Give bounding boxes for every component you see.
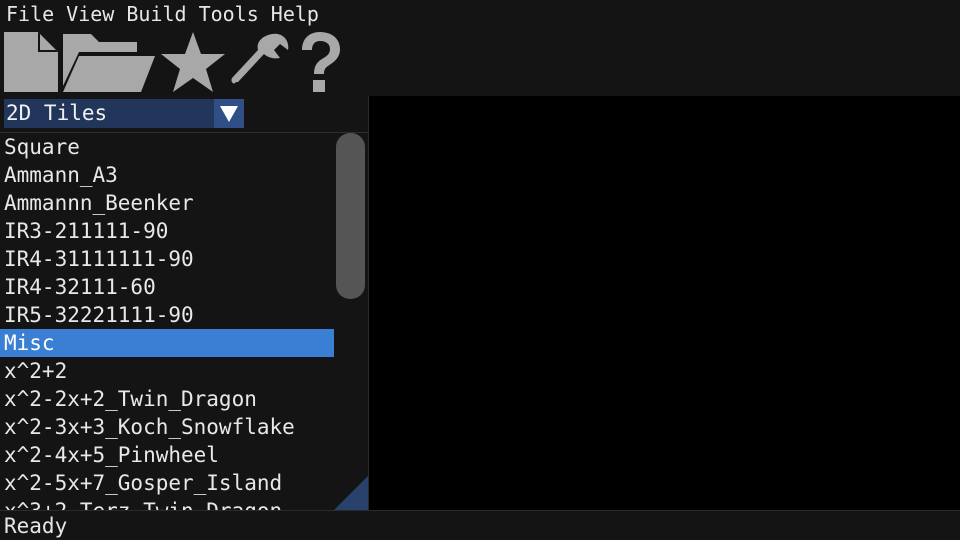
list-item[interactable]: IR3-211111-90 bbox=[0, 217, 334, 245]
menu-help[interactable]: Help bbox=[271, 0, 319, 28]
list-scrollbar[interactable] bbox=[334, 133, 368, 510]
triangle-down-icon bbox=[220, 105, 238, 122]
status-bar: Ready bbox=[0, 510, 960, 540]
list-item[interactable]: x^2+2 bbox=[0, 357, 334, 385]
toolbar bbox=[0, 28, 960, 96]
dropdown-arrow-button[interactable] bbox=[214, 99, 244, 128]
category-dropdown-value: 2D Tiles bbox=[6, 101, 108, 125]
menu-file[interactable]: File bbox=[6, 0, 54, 28]
open-folder-button[interactable] bbox=[60, 29, 158, 95]
tile-browser-panel: 2D Tiles Square Ammann_A3 Ammannn_Beenke… bbox=[0, 96, 369, 510]
tile-list: Square Ammann_A3 Ammannn_Beenker IR3-211… bbox=[0, 133, 334, 510]
list-item[interactable]: x^2-2x+2_Twin_Dragon bbox=[0, 385, 334, 413]
favorites-button[interactable] bbox=[158, 29, 228, 95]
new-file-icon bbox=[4, 32, 58, 92]
render-viewport[interactable] bbox=[370, 96, 960, 510]
list-item[interactable]: IR4-31111111-90 bbox=[0, 245, 334, 273]
list-item[interactable]: Ammann_A3 bbox=[0, 161, 334, 189]
help-button[interactable] bbox=[292, 29, 348, 95]
scrollbar-thumb[interactable] bbox=[336, 133, 365, 299]
category-dropdown[interactable]: 2D Tiles bbox=[4, 99, 244, 128]
menu-view[interactable]: View bbox=[66, 0, 114, 28]
list-item-selected[interactable]: Misc bbox=[0, 329, 334, 357]
list-item[interactable]: x^2-5x+7_Gosper_Island bbox=[0, 469, 334, 497]
star-icon bbox=[161, 32, 225, 92]
list-item[interactable]: x^2-4x+5_Pinwheel bbox=[0, 441, 334, 469]
list-item[interactable]: IR4-32111-60 bbox=[0, 273, 334, 301]
help-question-icon bbox=[302, 32, 340, 92]
new-file-button[interactable] bbox=[2, 29, 60, 95]
open-folder-icon bbox=[63, 34, 155, 92]
resize-grip[interactable] bbox=[334, 476, 368, 510]
list-item[interactable]: Square bbox=[0, 133, 334, 161]
status-text: Ready bbox=[4, 513, 68, 538]
list-item[interactable]: Ammannn_Beenker bbox=[0, 189, 334, 217]
tools-button[interactable] bbox=[228, 29, 292, 95]
list-item[interactable]: x^2-3x+3_Koch_Snowflake bbox=[0, 413, 334, 441]
menu-build[interactable]: Build bbox=[126, 0, 186, 28]
list-item[interactable]: x^3+2_Terz_Twin_Dragon bbox=[0, 497, 334, 510]
menu-bar: File View Build Tools Help bbox=[0, 0, 960, 28]
list-item[interactable]: IR5-32221111-90 bbox=[0, 301, 334, 329]
menu-tools[interactable]: Tools bbox=[199, 0, 259, 28]
wrench-icon bbox=[231, 33, 289, 88]
